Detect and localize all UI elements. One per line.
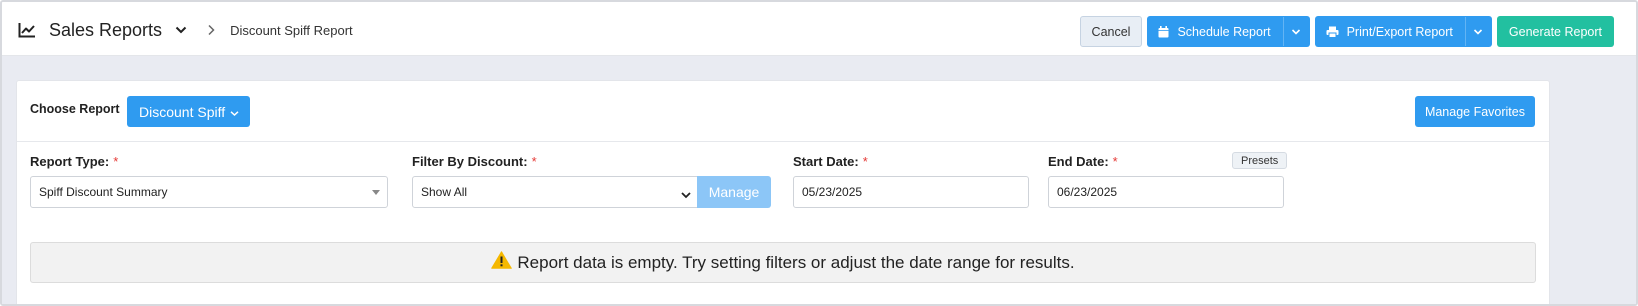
manage-favorites-label: Manage Favorites: [1424, 104, 1525, 119]
required-marker: *: [1112, 154, 1118, 169]
end-date-label-text: End Date:: [1048, 154, 1109, 169]
empty-report-message: Report data is empty. Try setting filter…: [517, 252, 1075, 272]
filter-by-discount-value: Show All: [421, 185, 468, 199]
calendar-icon: [1158, 25, 1169, 38]
chevron-down-icon: [681, 188, 691, 202]
report-card-header: Choose Report Discount Spiff Manage Favo…: [17, 81, 1549, 142]
start-date-label: Start Date: *: [793, 154, 868, 169]
cancel-button[interactable]: Cancel: [1079, 16, 1143, 47]
print-export-label: Print/Export Report: [1346, 24, 1453, 39]
end-date-input[interactable]: 06/23/2025: [1048, 176, 1284, 208]
report-type-label: Report Type: *: [30, 154, 118, 169]
generate-report-label: Generate Report: [1508, 24, 1602, 39]
top-bar: Sales Reports Discount Spiff Report Canc…: [2, 2, 1636, 56]
line-chart-icon: [18, 22, 36, 38]
required-marker: *: [113, 154, 119, 169]
header-actions: Cancel Schedule Report Print/Export Repo…: [1079, 16, 1614, 47]
report-type-value: Spiff Discount Summary: [39, 185, 168, 199]
manage-favorites-button[interactable]: Manage Favorites: [1414, 96, 1535, 127]
printer-icon: [1326, 26, 1339, 38]
filter-by-discount-label-text: Filter By Discount:: [412, 154, 528, 169]
chevron-down-icon: [1473, 28, 1483, 36]
report-type-select[interactable]: Spiff Discount Summary: [30, 176, 388, 208]
filter-by-discount-label: Filter By Discount: *: [412, 154, 537, 169]
app-title[interactable]: Sales Reports: [49, 20, 162, 41]
report-type-label-text: Report Type:: [30, 154, 110, 169]
warning-icon: [491, 251, 513, 274]
required-marker: *: [531, 154, 537, 169]
date-presets-button[interactable]: Presets: [1232, 152, 1288, 169]
schedule-report-main[interactable]: Schedule Report: [1148, 17, 1282, 46]
selected-report-label: Discount Spiff: [139, 103, 226, 120]
cancel-button-label: Cancel: [1091, 24, 1131, 39]
choose-report-label: Choose Report: [30, 102, 120, 116]
manage-label: Manage: [708, 184, 760, 200]
end-date-label: End Date: *: [1048, 154, 1118, 169]
chevron-down-icon: [225, 104, 239, 120]
chevron-down-icon[interactable]: [174, 23, 188, 37]
required-marker: *: [862, 154, 868, 169]
breadcrumb-current: Discount Spiff Report: [230, 22, 353, 38]
print-export-dropdown[interactable]: [1464, 17, 1491, 46]
breadcrumb: Sales Reports Discount Spiff Report: [18, 2, 353, 58]
manage-discounts-button[interactable]: Manage: [697, 176, 771, 208]
schedule-report-label: Schedule Report: [1177, 24, 1271, 39]
start-date-input[interactable]: 05/23/2025: [793, 176, 1029, 208]
schedule-report-dropdown[interactable]: [1282, 17, 1309, 46]
choose-report-dropdown[interactable]: Discount Spiff: [127, 96, 251, 127]
start-date-label-text: Start Date:: [793, 154, 859, 169]
chevron-right-icon: [206, 23, 216, 37]
presets-label: Presets: [1241, 154, 1279, 167]
chevron-down-icon: [1291, 28, 1301, 36]
empty-report-notice: Report data is empty. Try setting filter…: [30, 242, 1536, 283]
caret-down-icon: [372, 190, 380, 195]
end-date-value: 06/23/2025: [1057, 185, 1118, 199]
app-window: Sales Reports Discount Spiff Report Canc…: [0, 0, 1638, 306]
schedule-report-button[interactable]: Schedule Report: [1147, 16, 1310, 47]
filter-by-discount-select[interactable]: Show All: [412, 176, 698, 208]
start-date-value: 05/23/2025: [802, 185, 863, 199]
generate-report-button[interactable]: Generate Report: [1496, 16, 1614, 47]
print-export-button[interactable]: Print/Export Report: [1314, 16, 1492, 47]
report-card: Choose Report Discount Spiff Manage Favo…: [16, 80, 1550, 304]
print-export-main[interactable]: Print/Export Report: [1316, 17, 1465, 46]
